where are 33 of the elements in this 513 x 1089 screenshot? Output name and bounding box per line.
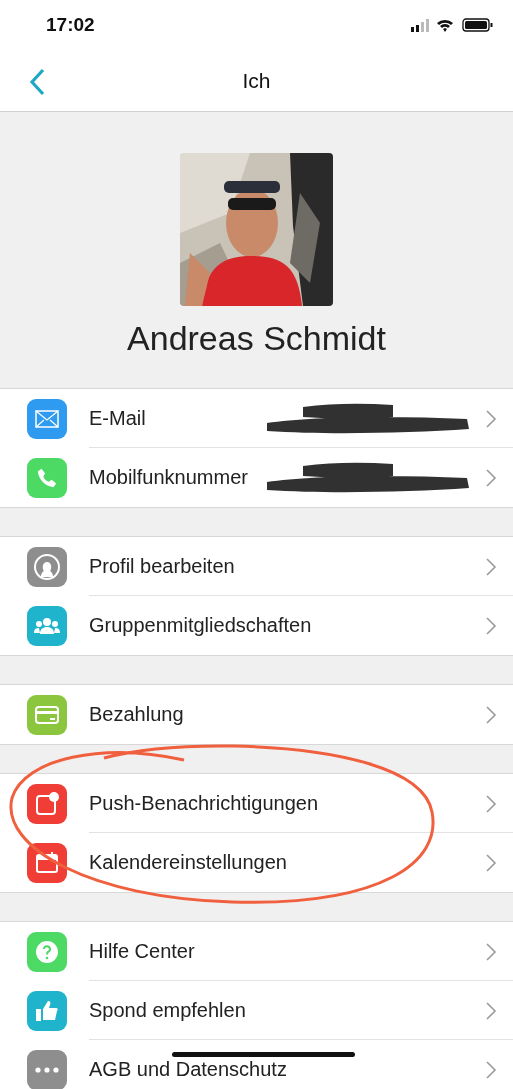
more-icon [35, 1066, 59, 1073]
chevron-icon [485, 793, 497, 814]
chevron-icon [485, 852, 497, 873]
settings-item[interactable]: Gruppenmitgliedschaften [89, 614, 312, 637]
chevron-icon [485, 1059, 497, 1080]
notification-icon [34, 790, 60, 817]
settings-item[interactable]: Bezahlung [89, 703, 184, 726]
settings-item[interactable]: Mobilfunknummer [89, 466, 248, 489]
profile-name: Andreas Schmidt [127, 319, 386, 358]
question-icon [35, 939, 59, 964]
chevron-icon [485, 615, 497, 636]
settings-item[interactable]: Spond empfehlen [89, 999, 246, 1022]
chevron-icon [485, 467, 497, 488]
settings-item[interactable]: Push-Benachrichtigungen [89, 792, 319, 815]
person-icon [33, 552, 61, 581]
settings-item[interactable]: Hilfe Center [89, 940, 195, 963]
status-time: 17:02 [46, 14, 95, 36]
screen-title: Ich [242, 68, 271, 93]
phone-icon [36, 466, 58, 489]
settings-item[interactable]: AGB und Datenschutz [89, 1058, 287, 1081]
envelope-icon [35, 409, 59, 428]
chevron-icon [485, 941, 497, 962]
settings-item[interactable]: Kalendereinstellungen [89, 851, 287, 874]
card-icon [35, 705, 59, 724]
thumbs-up-icon [35, 999, 59, 1022]
settings-item[interactable]: Profil bearbeiten [89, 555, 235, 578]
chevron-icon [485, 556, 497, 577]
chevron-icon [485, 1000, 497, 1021]
chevron-icon [485, 408, 497, 429]
chevron-icon [485, 704, 497, 725]
settings-item[interactable]: E-Mail [89, 407, 146, 430]
calendar-icon [35, 851, 59, 874]
people-icon [34, 616, 60, 635]
